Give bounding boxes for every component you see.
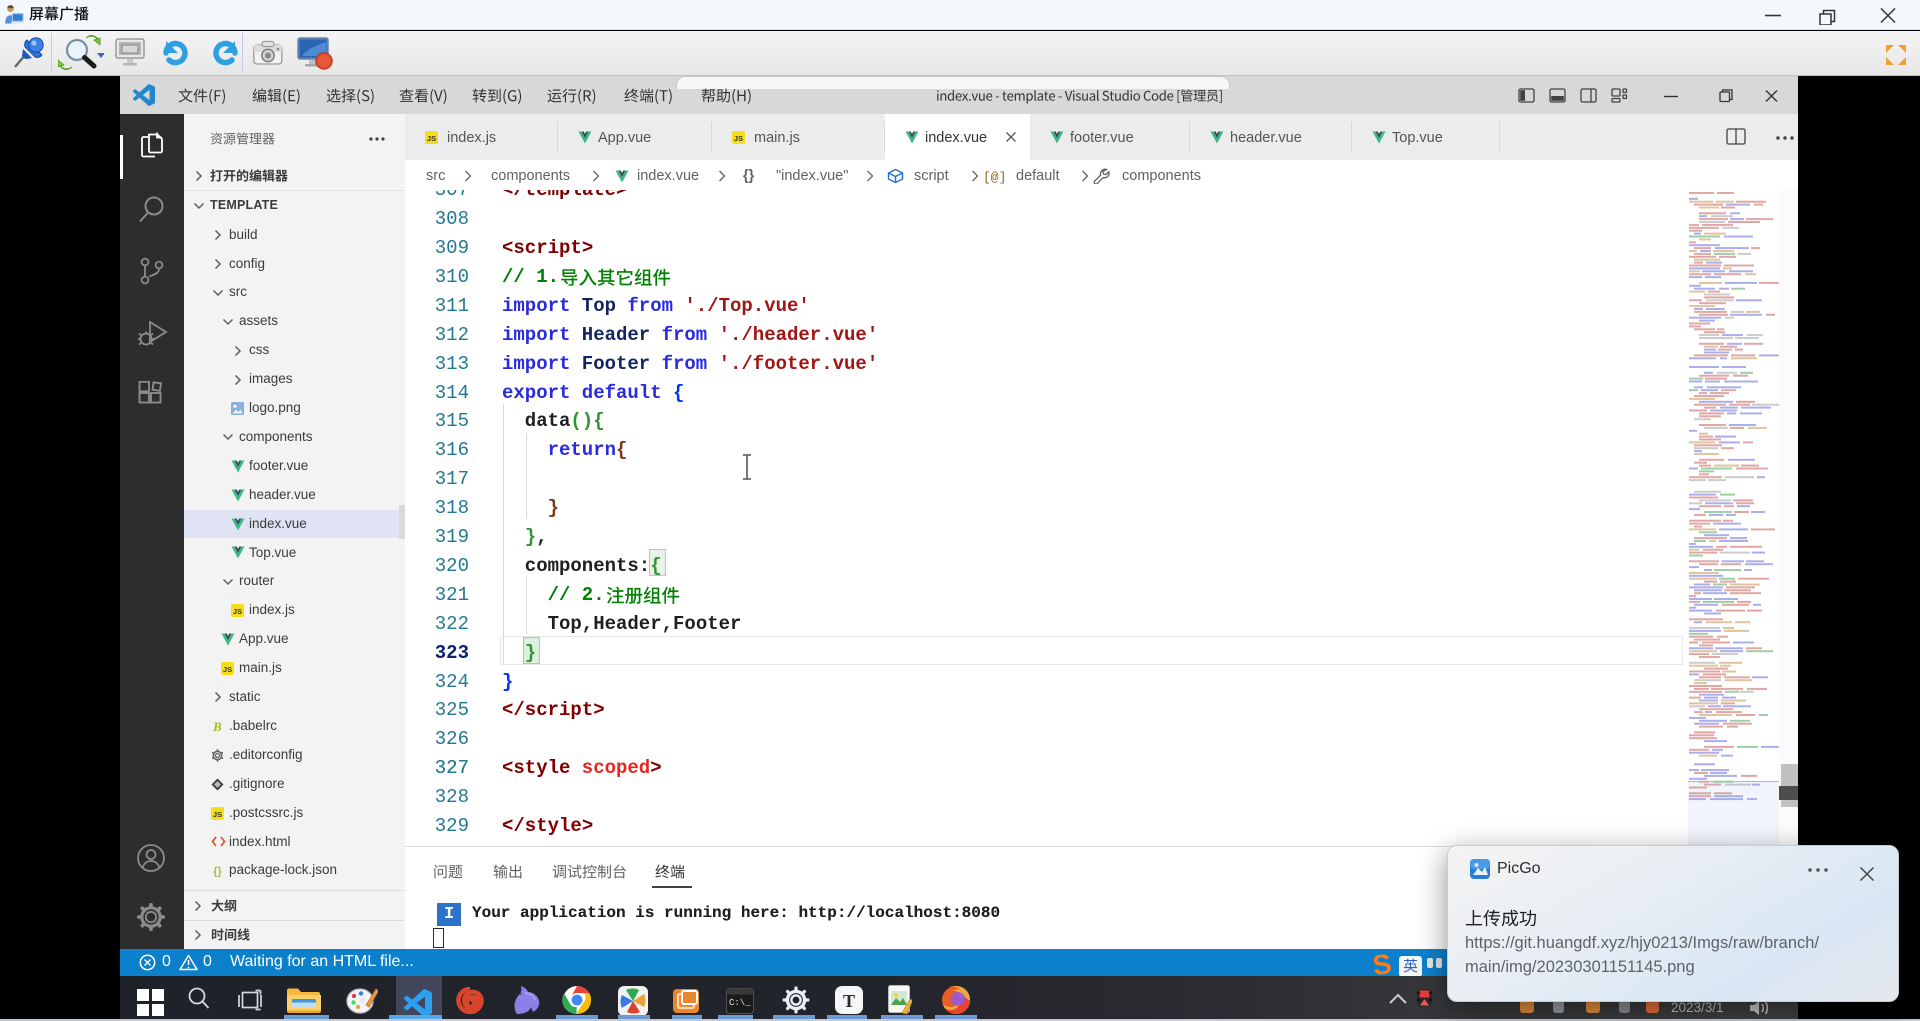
svg-text:S: S: [1371, 951, 1394, 978]
svg-text:T: T: [843, 991, 855, 1011]
svg-text:C:\_: C:\_: [729, 998, 751, 1008]
